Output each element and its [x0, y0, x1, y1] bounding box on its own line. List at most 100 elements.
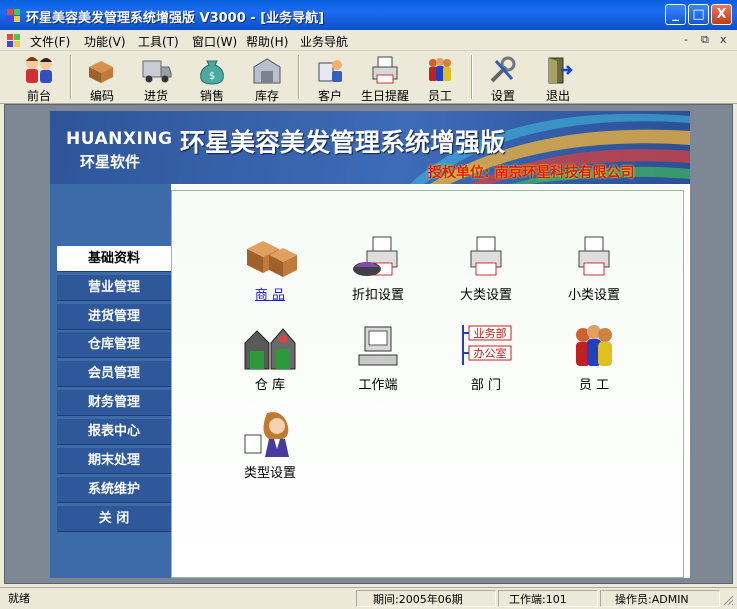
status-ready: 就绪 [8, 592, 30, 605]
nav-subcategory-label: 小类设置 [567, 288, 620, 303]
nav-type-settings[interactable]: 类型设置 [225, 409, 315, 481]
toolbar-purchase-button[interactable]: 进货 [130, 53, 182, 103]
mdi-restore-button[interactable]: ⧉ [701, 33, 709, 47]
exit-door-icon [548, 57, 573, 84]
sidebar-item-purchase[interactable]: 进货管理 [57, 304, 171, 330]
nav-department[interactable]: 业务部 办公室 部 门 [441, 323, 531, 393]
nav-discount-settings[interactable]: 折扣设置 [333, 233, 423, 303]
nav-subcategory-settings[interactable]: 小类设置 [549, 233, 639, 303]
printer-icon [372, 56, 398, 84]
resize-grip-icon[interactable] [722, 593, 734, 607]
staff-icon [429, 58, 451, 81]
sidebar: 基础资料 营业管理 进货管理 仓库管理 会员管理 财务管理 报表中心 期末处理 … [50, 184, 171, 578]
mdi-child-icon[interactable] [6, 32, 22, 48]
nav-warehouse-label: 仓 库 [254, 378, 286, 393]
sidebar-item-reports[interactable]: 报表中心 [57, 419, 171, 445]
department-icon: 业务部 办公室 [462, 325, 512, 365]
toolbar-separator [298, 55, 300, 99]
nav-goods[interactable]: 商 品 [225, 233, 315, 303]
authorized-unit: 授权单位: 南京环星科技有限公司 [428, 165, 635, 181]
window-title: 环星美容美发管理系统增强版 V3000 - [业务导航] [26, 11, 325, 26]
warehouse-icon [253, 58, 281, 84]
toolbar-front-desk-button[interactable]: 前台 [13, 53, 65, 103]
boxes-icon [89, 61, 113, 83]
minimize-button[interactable]: _ [665, 4, 686, 25]
goods-boxes-icon [247, 241, 297, 277]
toolbar-label: 设置 [490, 89, 515, 103]
subcategory-printer-icon [578, 236, 610, 276]
toolbar-label: 生日提醒 [360, 89, 409, 103]
nav-goods-label: 商 品 [254, 288, 286, 303]
toolbar-customer-button[interactable]: 客户 [304, 53, 356, 103]
icon-grid: 商 品 折扣设置 大类设置 小类设置 仓 库 工作端 业务部 办公室 部 门 员… [171, 190, 684, 578]
close-button[interactable]: X [711, 4, 732, 25]
toolbar-exit-button[interactable]: 退出 [532, 53, 584, 103]
nav-workstation-label: 工作端 [358, 378, 398, 393]
app-window: 环星美容美发管理系统增强版 V3000 - [业务导航] _ □ X 文件(F)… [0, 0, 737, 609]
title-bar[interactable]: 环星美容美发管理系统增强版 V3000 - [业务导航] _ □ X [0, 0, 737, 30]
menu-tools[interactable]: 工具(T) [138, 33, 179, 50]
sidebar-item-period-end[interactable]: 期末处理 [57, 448, 171, 474]
mdi-close-button[interactable]: x [720, 33, 727, 46]
toolbar-separator [70, 55, 72, 99]
sidebar-item-finance[interactable]: 财务管理 [57, 390, 171, 416]
nav-discount-label: 折扣设置 [351, 288, 404, 303]
toolbar-label: 进货 [143, 89, 168, 103]
toolbar-label: 编码 [89, 89, 114, 103]
toolbar-sales-button[interactable]: $ 销售 [186, 53, 238, 103]
nav-warehouse[interactable]: 仓 库 [225, 323, 315, 393]
toolbar-label: 退出 [545, 89, 570, 103]
toolbar-settings-button[interactable]: 设置 [477, 53, 529, 103]
type-girl-icon [244, 412, 289, 457]
nav-category-label: 大类设置 [459, 288, 512, 303]
sidebar-item-business[interactable]: 营业管理 [57, 275, 171, 301]
warehouse-building-icon [244, 328, 296, 370]
menu-business-nav[interactable]: 业务导航 [300, 33, 348, 50]
app-icon [7, 9, 20, 22]
menu-function[interactable]: 功能(V) [84, 33, 126, 50]
customer-icon [318, 60, 342, 82]
system-title: 环星美容美发管理系统增强版 [180, 128, 506, 157]
svg-text:$: $ [209, 71, 215, 82]
nav-employees[interactable]: 员 工 [549, 323, 639, 393]
toolbar-birthday-reminder-button[interactable]: 生日提醒 [359, 53, 411, 103]
nav-department-label: 部 门 [470, 378, 502, 393]
nav-category-settings[interactable]: 大类设置 [441, 233, 531, 303]
nav-employees-label: 员 工 [578, 378, 610, 393]
status-terminal: 工作端:101 [498, 590, 598, 607]
tools-icon [490, 56, 516, 83]
status-period: 期间:2005年06期 [356, 590, 496, 607]
employees-icon [576, 325, 612, 366]
sidebar-item-warehouse[interactable]: 仓库管理 [57, 332, 171, 358]
category-printer-icon [470, 236, 502, 276]
header-banner: HUANXING 环星软件 环星美容美发管理系统增强版 授权单位: 南京环星科技… [50, 111, 690, 184]
discount-printer-icon [353, 236, 398, 276]
menu-file[interactable]: 文件(F) [30, 33, 70, 50]
menu-bar: 文件(F) 功能(V) 工具(T) 窗口(W) 帮助(H) 业务导航 - ⧉ x [0, 30, 737, 51]
brand-chinese: 环星软件 [80, 153, 141, 171]
sidebar-item-member[interactable]: 会员管理 [57, 361, 171, 387]
maximize-button[interactable]: □ [688, 4, 709, 25]
main-panel: 商 品 折扣设置 大类设置 小类设置 仓 库 工作端 业务部 办公室 部 门 员… [171, 184, 690, 578]
status-operator: 操作员:ADMIN [600, 590, 720, 607]
toolbar-coding-button[interactable]: 编码 [76, 53, 128, 103]
toolbar-inventory-button[interactable]: 库存 [241, 53, 293, 103]
money-bag-icon: $ [200, 60, 224, 85]
toolbar-label: 员工 [427, 89, 452, 103]
toolbar-label: 客户 [317, 89, 342, 103]
toolbar-staff-button[interactable]: 员工 [414, 53, 466, 103]
menu-help[interactable]: 帮助(H) [246, 33, 288, 50]
sidebar-item-maintenance[interactable]: 系统维护 [57, 477, 171, 503]
toolbar-label: 前台 [26, 89, 51, 103]
brand-english: HUANXING [66, 129, 173, 149]
nav-workstation[interactable]: 工作端 [333, 323, 423, 393]
computer-icon [358, 326, 398, 366]
menu-window[interactable]: 窗口(W) [192, 33, 237, 50]
toolbar-label: 库存 [254, 89, 279, 103]
mdi-minimize-button[interactable]: - [684, 33, 688, 46]
sidebar-item-close[interactable]: 关 闭 [57, 506, 171, 532]
sidebar-item-basic-data[interactable]: 基础资料 [57, 246, 171, 272]
truck-icon [142, 60, 172, 83]
toolbar-label: 销售 [199, 89, 224, 103]
status-bar: 就绪 期间:2005年06期 工作端:101 操作员:ADMIN [0, 587, 737, 609]
